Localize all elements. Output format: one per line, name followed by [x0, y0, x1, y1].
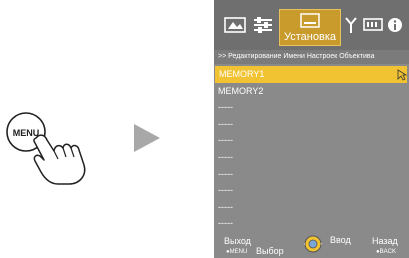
enter-label: Ввод [330, 235, 351, 245]
antenna-icon [345, 17, 357, 33]
select-label: Выбор [256, 246, 284, 256]
list-item-label: ----- [218, 201, 233, 212]
list-item-label: ----- [218, 151, 233, 162]
list-item-label: ----- [218, 102, 233, 113]
back-label: Назад [372, 236, 398, 246]
settings-menu-panel: Установка >> Редактирование Имени Настро… [214, 0, 409, 258]
exit-key-hint: ●MENU [226, 249, 248, 255]
arrow-right-icon [134, 124, 160, 152]
list-item-label: ----- [218, 218, 233, 229]
list-item-empty[interactable]: ----- [214, 149, 409, 166]
list-item-memory1[interactable]: MEMORY1 [215, 66, 407, 83]
installation-icon [300, 13, 320, 28]
joystick-icon [304, 235, 322, 253]
lens-memory-list: MEMORY1 MEMORY2 ----- ----- ----- ----- … [214, 66, 409, 232]
info-icon [388, 18, 402, 32]
list-item-label: ----- [218, 135, 233, 146]
menu-button-label: MENU [13, 128, 40, 138]
sliders-icon [254, 17, 272, 33]
tab-installation-label: Установка [284, 31, 336, 43]
picture-icon [224, 17, 246, 33]
list-item-label: ----- [218, 168, 233, 179]
menu-button-illustration: MENU [2, 105, 102, 185]
list-item-label: MEMORY2 [218, 85, 264, 96]
list-item-label: ----- [218, 185, 233, 196]
tab-info[interactable] [382, 12, 408, 38]
list-item-label: ----- [218, 118, 233, 129]
list-item-empty[interactable]: ----- [214, 215, 409, 232]
display-icon [363, 18, 383, 31]
tab-picture[interactable] [222, 12, 248, 38]
pointer-cursor-icon [397, 69, 407, 81]
list-item-empty[interactable]: ----- [214, 182, 409, 199]
list-item-memory2[interactable]: MEMORY2 [214, 83, 409, 100]
tab-installation[interactable]: Установка [279, 9, 341, 46]
list-item-empty[interactable]: ----- [214, 132, 409, 149]
back-key-hint: ●BACK [376, 249, 396, 255]
breadcrumb: >> Редактирование Имени Настроек Объекти… [214, 50, 409, 64]
list-item-empty[interactable]: ----- [214, 116, 409, 133]
list-item-empty[interactable]: ----- [214, 166, 409, 183]
tab-adjust[interactable] [250, 12, 276, 38]
exit-label: Выход [224, 236, 251, 246]
menu-tab-bar: Установка [214, 0, 409, 50]
list-item-empty[interactable]: ----- [214, 99, 409, 116]
list-item-label: MEMORY1 [219, 69, 265, 79]
list-item-empty[interactable]: ----- [214, 199, 409, 216]
